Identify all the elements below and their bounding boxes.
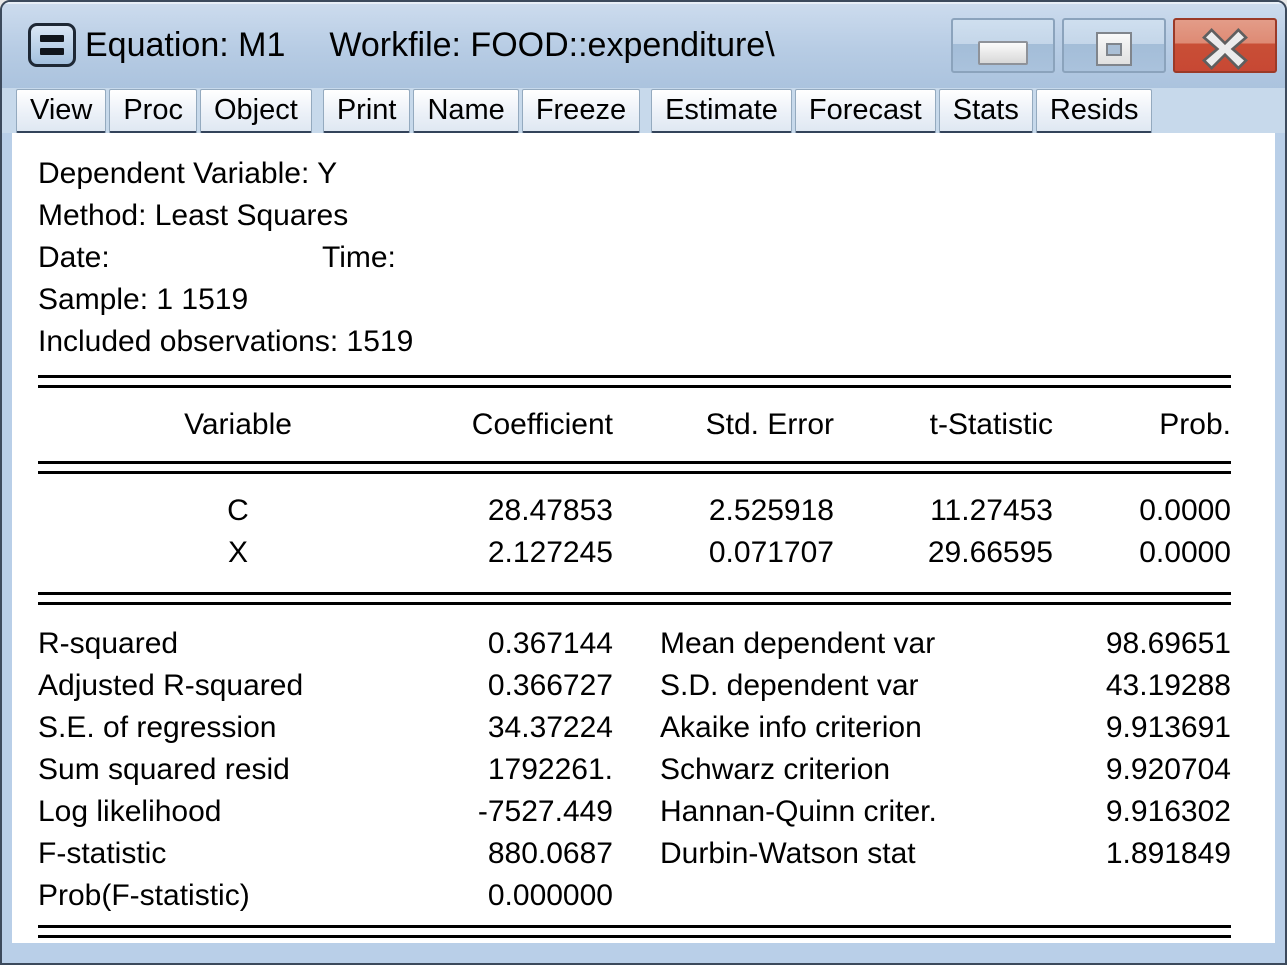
col-header-t-statistic: t-Statistic xyxy=(834,408,1053,442)
titlebar[interactable]: Equation: M1 Workfile: FOOD::expenditure… xyxy=(2,2,1285,88)
cell-t-statistic: 11.27453 xyxy=(834,490,1053,532)
toolbar-button-forecast[interactable]: Forecast xyxy=(795,89,936,133)
stat-label: Sum squared resid xyxy=(38,749,398,791)
toolbar-button-resids[interactable]: Resids xyxy=(1036,89,1153,133)
toolbar-button-stats[interactable]: Stats xyxy=(939,89,1033,133)
divider-below-header xyxy=(38,461,1231,474)
col-header-coefficient: Coefficient xyxy=(438,408,613,442)
stat-value: 98.69651 xyxy=(1020,623,1231,665)
table-row: C 28.47853 2.525918 11.27453 0.0000 xyxy=(38,490,1231,532)
stat-label: S.D. dependent var xyxy=(613,665,1020,707)
cell-coefficient: 28.47853 xyxy=(438,490,613,532)
stat-value xyxy=(1020,875,1231,917)
stat-label: S.E. of regression xyxy=(38,707,398,749)
stat-value: 0.366727 xyxy=(398,665,613,707)
table-row: X 2.127245 0.071707 29.66595 0.0000 xyxy=(38,532,1231,574)
window-title-workfile: Workfile: FOOD::expenditure\ xyxy=(329,26,774,65)
included-observations-line: Included observations: 1519 xyxy=(38,321,1231,363)
stat-label: R-squared xyxy=(38,623,398,665)
method-line: Method: Least Squares xyxy=(38,195,1231,237)
cell-std-error: 2.525918 xyxy=(613,490,834,532)
cell-std-error: 0.071707 xyxy=(613,532,834,574)
window-title: Equation: M1 Workfile: FOOD::expenditure… xyxy=(85,26,775,65)
minimize-button[interactable] xyxy=(951,18,1055,73)
stat-label xyxy=(613,875,1020,917)
summary-statistics: R-squared 0.367144 Mean dependent var 98… xyxy=(38,605,1231,925)
col-header-std-error: Std. Error xyxy=(613,408,834,442)
stat-value: 1.891849 xyxy=(1020,833,1231,875)
divider-top xyxy=(38,375,1231,388)
time-label: Time: xyxy=(322,237,396,279)
restore-button[interactable] xyxy=(1062,18,1166,73)
stat-label: Log likelihood xyxy=(38,791,398,833)
stat-label: Adjusted R-squared xyxy=(38,665,398,707)
window-controls xyxy=(951,18,1277,73)
cell-variable: X xyxy=(38,532,438,574)
cell-variable: C xyxy=(38,490,438,532)
close-button[interactable] xyxy=(1173,18,1277,73)
toolbar-button-print[interactable]: Print xyxy=(323,89,411,133)
stat-label: F-statistic xyxy=(38,833,398,875)
stat-value: 0.000000 xyxy=(398,875,613,917)
divider-below-coefficients xyxy=(38,592,1231,605)
col-header-variable: Variable xyxy=(38,408,438,442)
stat-value: 0.367144 xyxy=(398,623,613,665)
col-header-prob: Prob. xyxy=(1053,408,1231,442)
minimize-icon xyxy=(978,41,1028,65)
stat-value: 9.913691 xyxy=(1020,707,1231,749)
date-label: Date: xyxy=(38,237,322,279)
dependent-variable-line: Dependent Variable: Y xyxy=(38,153,1231,195)
stat-label: Prob(F-statistic) xyxy=(38,875,398,917)
equation-window: Equation: M1 Workfile: FOOD::expenditure… xyxy=(0,0,1287,965)
coefficient-table-header: Variable Coefficient Std. Error t-Statis… xyxy=(38,388,1231,461)
stat-value: 43.19288 xyxy=(1020,665,1231,707)
stat-label: Durbin-Watson stat xyxy=(613,833,1020,875)
coefficient-table-body: C 28.47853 2.525918 11.27453 0.0000 X 2.… xyxy=(38,474,1231,592)
toolbar-button-freeze[interactable]: Freeze xyxy=(522,89,640,133)
cell-coefficient: 2.127245 xyxy=(438,532,613,574)
stat-label: Mean dependent var xyxy=(613,623,1020,665)
toolbar-button-estimate[interactable]: Estimate xyxy=(651,89,792,133)
divider-bottom xyxy=(38,925,1231,938)
stat-value: 1792261. xyxy=(398,749,613,791)
cell-prob: 0.0000 xyxy=(1053,490,1231,532)
stat-value: 9.916302 xyxy=(1020,791,1231,833)
cell-prob: 0.0000 xyxy=(1053,532,1231,574)
stat-label: Akaike info criterion xyxy=(613,707,1020,749)
cell-t-statistic: 29.66595 xyxy=(834,532,1053,574)
toolbar-button-proc[interactable]: Proc xyxy=(109,89,197,133)
restore-icon xyxy=(1096,32,1132,66)
close-icon xyxy=(1198,28,1252,70)
toolbar-button-view[interactable]: View xyxy=(16,89,106,133)
stat-value: 880.0687 xyxy=(398,833,613,875)
stat-value: -7527.449 xyxy=(398,791,613,833)
toolbar-button-object[interactable]: Object xyxy=(200,89,312,133)
stat-label: Schwarz criterion xyxy=(613,749,1020,791)
stat-label: Hannan-Quinn criter. xyxy=(613,791,1020,833)
date-time-line: Date: Time: xyxy=(38,237,1231,279)
regression-output: Dependent Variable: Y Method: Least Squa… xyxy=(12,133,1275,943)
toolbar: View Proc Object Print Name Freeze Estim… xyxy=(2,88,1285,133)
sample-line: Sample: 1 1519 xyxy=(38,279,1231,321)
stat-value: 34.37224 xyxy=(398,707,613,749)
toolbar-button-name[interactable]: Name xyxy=(413,89,518,133)
stat-value: 9.920704 xyxy=(1020,749,1231,791)
window-title-object: Equation: M1 xyxy=(85,26,285,65)
equation-object-icon[interactable] xyxy=(28,23,76,67)
